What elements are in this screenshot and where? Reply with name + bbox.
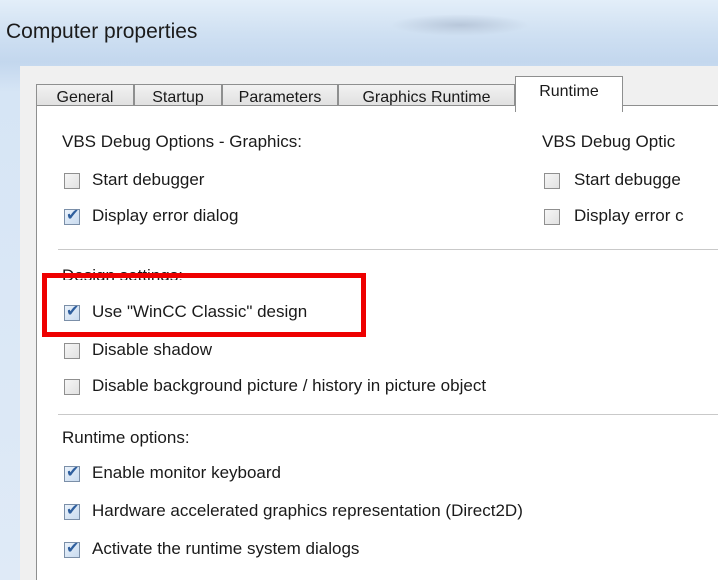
display-error-dialog-checkbox[interactable]: ✔ <box>64 207 80 225</box>
runtime-options-heading: Runtime options: <box>62 428 190 447</box>
check-mark-icon: ✔ <box>66 207 80 224</box>
display-error-2-checkbox[interactable] <box>544 209 560 225</box>
computer-properties-window: Computer properties General Startup Para… <box>0 0 718 580</box>
blurred-title-text <box>390 14 530 36</box>
highlight-box <box>42 273 366 337</box>
hw-accel-label: Hardware accelerated graphics representa… <box>92 501 523 520</box>
start-debugger-checkbox[interactable] <box>64 173 80 189</box>
separator <box>58 249 718 250</box>
vbs-graphics-heading: VBS Debug Options - Graphics: <box>62 132 303 151</box>
window-title: Computer properties <box>6 20 198 43</box>
monitor-keyboard-checkbox[interactable]: ✔ <box>64 464 80 482</box>
display-error-dialog-label: Display error dialog <box>92 206 239 225</box>
start-debugger-label: Start debugger <box>92 170 205 189</box>
check-mark-icon: ✔ <box>66 502 80 519</box>
tab-runtime[interactable]: Runtime <box>515 76 623 112</box>
check-mark-icon: ✔ <box>66 464 80 481</box>
disable-background-label: Disable background picture / history in … <box>92 376 487 395</box>
system-dialogs-label: Activate the runtime system dialogs <box>92 539 360 558</box>
check-mark-icon: ✔ <box>66 540 80 557</box>
disable-background-checkbox[interactable] <box>64 379 80 395</box>
vbs-other-heading: VBS Debug Optic <box>542 132 676 151</box>
monitor-keyboard-label: Enable monitor keyboard <box>92 463 282 482</box>
disable-shadow-checkbox[interactable] <box>64 343 80 359</box>
disable-shadow-label: Disable shadow <box>92 340 213 359</box>
separator <box>58 414 718 415</box>
display-error-2-label: Display error c <box>574 206 684 225</box>
start-debugger-2-label: Start debugge <box>574 170 681 189</box>
start-debugger-2-checkbox[interactable] <box>544 173 560 189</box>
title-bar: Computer properties <box>0 0 718 62</box>
hw-accel-checkbox[interactable]: ✔ <box>64 502 80 520</box>
system-dialogs-checkbox[interactable]: ✔ <box>64 540 80 558</box>
